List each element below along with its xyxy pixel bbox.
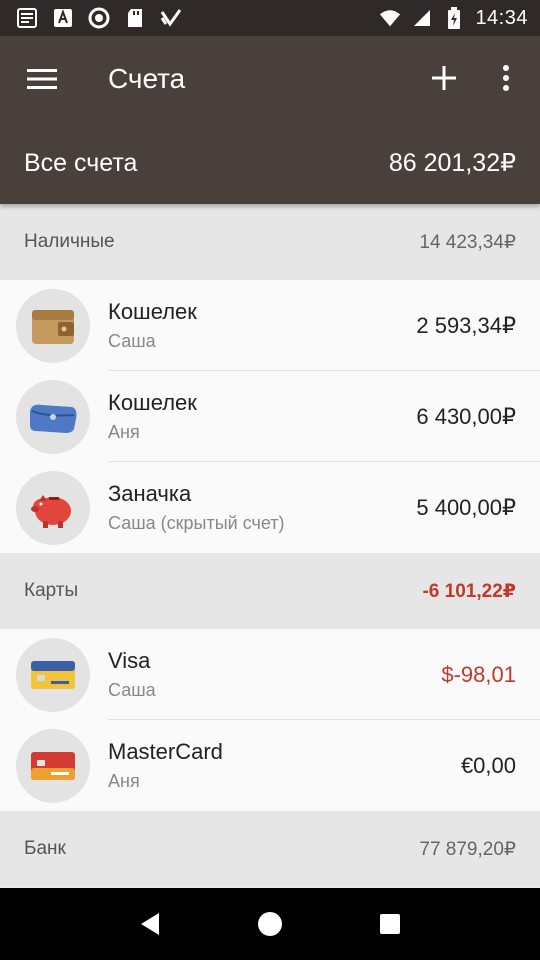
status-time: 14:34	[475, 6, 528, 29]
account-row[interactable]: Visa Саша $-98,01	[0, 629, 540, 720]
group-name: Наличные	[24, 231, 115, 252]
recents-button[interactable]	[360, 894, 420, 954]
recents-square-icon	[380, 914, 400, 934]
account-row[interactable]: Кошелек Аня 6 430,00₽	[0, 371, 540, 462]
account-name: Visa	[108, 648, 151, 673]
account-name: Кошелек	[108, 299, 197, 324]
account-name: Заначка	[108, 481, 192, 506]
blue-purse-icon	[30, 404, 77, 433]
check-notification-icon	[160, 7, 182, 29]
account-balance: 6 430,00₽	[416, 403, 516, 429]
account-icon	[16, 637, 90, 712]
account-owner: Аня	[108, 771, 140, 791]
group-total: 14 423,34₽	[419, 231, 516, 253]
account-row[interactable]: Кошелек Саша 2 593,34₽	[0, 280, 540, 371]
notification-icons	[16, 7, 182, 29]
account-icon	[16, 470, 90, 545]
mastercard-icon	[31, 751, 75, 780]
app-bar: Счета	[0, 36, 540, 122]
account-balance: $-98,01	[441, 661, 516, 687]
back-triangle-icon	[141, 913, 159, 935]
account-owner: Саша	[108, 680, 156, 700]
battery-charging-icon	[443, 7, 465, 29]
group-total: -6 101,22₽	[422, 580, 516, 602]
menu-button[interactable]	[14, 51, 70, 107]
piggy-bank-icon	[31, 494, 71, 528]
account-balance: €0,00	[460, 752, 516, 778]
account-balance: 5 400,00₽	[416, 494, 516, 520]
account-icon	[16, 728, 90, 803]
news-notification-icon	[16, 7, 38, 29]
account-balance: 2 593,34₽	[416, 312, 516, 338]
account-name: MasterCard	[108, 739, 223, 764]
account-row[interactable]: MasterCard Аня €0,00	[0, 720, 540, 811]
all-accounts-summary[interactable]: Все счета 86 201,32₽	[0, 122, 540, 204]
more-options-button[interactable]	[480, 50, 532, 106]
group-header-cards[interactable]: Карты -6 101,22₽	[0, 553, 540, 629]
visa-card-icon	[31, 660, 75, 689]
all-accounts-label: Все счета	[24, 148, 138, 177]
back-button[interactable]	[120, 894, 180, 954]
group-header-cash[interactable]: Наличные 14 423,34₽	[0, 204, 540, 280]
group-name: Карты	[24, 580, 79, 601]
home-circle-icon	[258, 912, 282, 936]
account-name: Кошелек	[108, 390, 197, 415]
home-button[interactable]	[240, 894, 300, 954]
sd-card-notification-icon	[124, 7, 146, 29]
font-notification-icon	[52, 7, 74, 29]
page-title: Счета	[108, 63, 186, 94]
brown-wallet-icon	[32, 309, 74, 344]
group-header-bank[interactable]: Банк 77 879,20₽	[0, 811, 540, 887]
plus-icon	[432, 66, 456, 90]
wifi-icon	[379, 7, 401, 29]
account-owner: Аня	[108, 422, 140, 442]
hamburger-menu-icon	[27, 69, 57, 89]
add-account-button[interactable]	[416, 50, 472, 106]
account-icon	[16, 379, 90, 454]
signal-icon	[411, 7, 433, 29]
circle-notification-icon	[88, 7, 110, 29]
all-accounts-total: 86 201,32₽	[388, 149, 516, 177]
status-bar: 14:34	[0, 0, 540, 36]
account-row[interactable]: Заначка Саша (скрытый счет) 5 400,00₽	[0, 462, 540, 553]
account-owner: Саша (скрытый счет)	[108, 513, 285, 533]
group-name: Банк	[24, 838, 66, 859]
more-vertical-icon	[503, 65, 509, 91]
account-owner: Саша	[108, 331, 156, 351]
system-navigation-bar	[0, 888, 540, 960]
accounts-list[interactable]: Наличные 14 423,34₽ Кошелек Саша 2 593,3…	[0, 204, 540, 888]
group-total: 77 879,20₽	[419, 838, 516, 860]
system-icons: 14:34	[379, 7, 528, 30]
account-icon	[16, 288, 90, 363]
